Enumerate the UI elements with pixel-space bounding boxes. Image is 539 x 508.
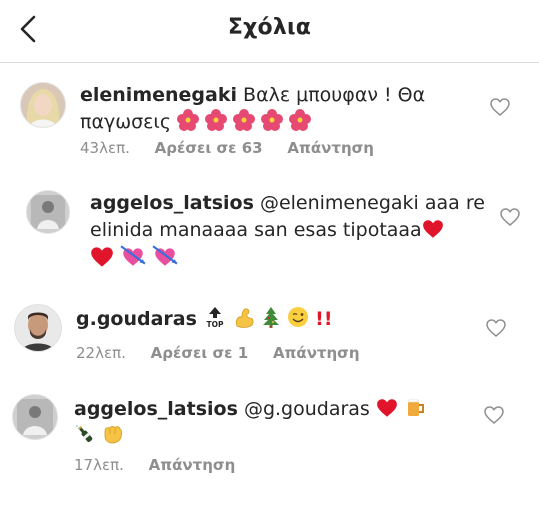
reply-button[interactable]: Απάντηση: [287, 139, 374, 157]
comment-text: aaa re: [424, 192, 485, 214]
heart-with-arrow-icon: [152, 245, 178, 266]
emoji-row: [74, 425, 124, 447]
comment-timestamp: 43λεπ.: [80, 139, 130, 157]
comment-text-line2: παγωσεις: [80, 111, 172, 133]
comment-item: elenimenegaki Βαλε μπουφαν ! Θα παγωσεις…: [0, 72, 539, 162]
comment-body: g.goudaras TOP !!: [76, 306, 476, 333]
avatar[interactable]: [14, 304, 62, 352]
hibiscus-icon: [233, 109, 256, 131]
heart-outline-icon: [486, 319, 506, 337]
like-button[interactable]: [500, 208, 520, 226]
like-button[interactable]: [486, 319, 506, 337]
oncoming-fist-icon: [104, 426, 123, 444]
comment-username[interactable]: g.goudaras: [76, 308, 197, 330]
avatar[interactable]: [26, 190, 70, 234]
hibiscus-icon: [177, 109, 200, 131]
comment-username[interactable]: elenimenegaki: [80, 84, 237, 106]
comment-body: aggelos_latsios @elenimenegaki aaa re el…: [90, 190, 490, 273]
comment-meta: 43λεπ. Αρέσει σε 63 Απάντηση: [80, 139, 394, 157]
comment-timestamp: 17λεπ.: [74, 456, 124, 474]
comment-mention[interactable]: @g.goudaras: [244, 398, 370, 420]
hibiscus-icon: [261, 109, 284, 131]
heart-outline-icon: [490, 98, 510, 116]
emoji-group: TOP !!: [203, 307, 333, 330]
comment-username[interactable]: aggelos_latsios: [90, 192, 254, 214]
avatar[interactable]: [20, 82, 66, 128]
heart-outline-icon: [500, 208, 520, 226]
comment-item: g.goudaras TOP !! 22λεπ. Αρέσει σε 1 Απά…: [0, 296, 539, 376]
like-button[interactable]: [490, 98, 510, 116]
champagne-bottle-icon: [76, 425, 93, 443]
beer-mug-icon: [407, 398, 424, 416]
comment-reply-item: aggelos_latsios @elenimenegaki aaa re el…: [0, 180, 539, 280]
comment-text: Βαλε μπουφαν ! Θα: [243, 84, 426, 106]
svg-text:TOP: TOP: [206, 320, 223, 328]
hibiscus-icon: [205, 109, 228, 131]
heart-with-arrow-icon: [120, 245, 146, 266]
comment-meta: 22λεπ. Αρέσει σε 1 Απάντηση: [76, 344, 380, 362]
flexed-biceps-icon: [235, 308, 254, 328]
comment-body: elenimenegaki Βαλε μπουφαν ! Θα παγωσεις: [80, 82, 480, 136]
comment-reply-item: aggelos_latsios @g.goudaras 17λεπ. Απάντ…: [0, 386, 539, 486]
heart-outline-icon: [484, 406, 504, 424]
hibiscus-emoji-group: [177, 109, 312, 133]
comment-text-line2: elinida manaaaa san esas tipotaaa: [90, 219, 422, 241]
christmas-tree-icon: [263, 307, 280, 328]
emoji-row: [90, 245, 178, 270]
page-title: Σχόλια: [227, 15, 312, 40]
comment-likes-link[interactable]: Αρέσει σε 1: [151, 344, 249, 362]
like-button[interactable]: [484, 406, 504, 424]
red-heart-icon: [422, 220, 443, 238]
red-heart-icon: [376, 399, 397, 417]
comment-username[interactable]: aggelos_latsios: [74, 398, 238, 420]
avatar[interactable]: [12, 394, 58, 440]
reply-button[interactable]: Απάντηση: [273, 344, 360, 362]
comment-meta: 17λεπ. Απάντηση: [74, 456, 255, 474]
header-bar: Σχόλια: [0, 0, 539, 63]
winking-face-icon: [288, 307, 309, 327]
comment-likes-link[interactable]: Αρέσει σε 63: [155, 139, 263, 157]
hibiscus-icon: [289, 109, 312, 131]
double-exclamation: !!: [315, 308, 333, 330]
reply-button[interactable]: Απάντηση: [149, 456, 236, 474]
comment-mention[interactable]: @elenimenegaki: [260, 192, 419, 214]
top-arrow-icon: TOP: [206, 307, 224, 328]
comment-body: aggelos_latsios @g.goudaras: [74, 396, 474, 450]
comment-timestamp: 22λεπ.: [76, 344, 126, 362]
red-heart-icon: [91, 247, 113, 267]
